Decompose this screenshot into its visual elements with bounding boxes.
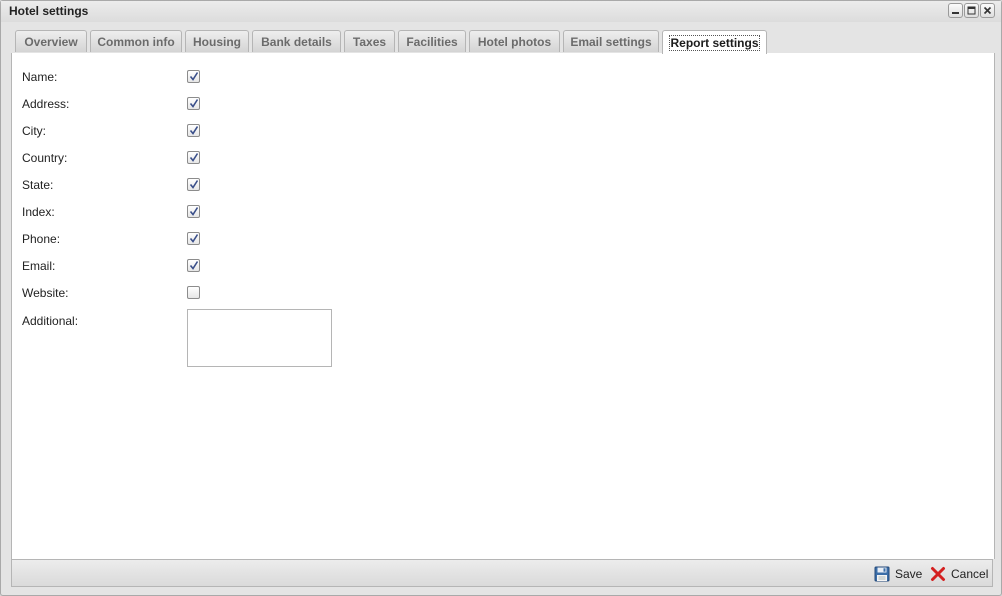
save-label: Save [895, 567, 923, 581]
tab-label: Report settings [669, 34, 760, 51]
tab-taxes[interactable]: Taxes [344, 30, 395, 52]
tab-label: Common info [97, 34, 175, 49]
red-x-icon [931, 567, 945, 581]
minimize-icon[interactable] [948, 3, 963, 18]
field-label: Address: [22, 97, 70, 111]
checkmark-icon [189, 207, 199, 216]
checkmark-icon [189, 153, 199, 162]
tab-label: Hotel photos [477, 34, 552, 49]
field-label: Name: [22, 70, 58, 84]
tab-common-info[interactable]: Common info [90, 30, 182, 52]
field-label: Index: [22, 205, 55, 219]
state-checkbox[interactable] [187, 178, 200, 191]
tab-label: Email settings [570, 34, 652, 49]
report-settings-panel: Name: Address: City: Country: State: Ind… [11, 53, 995, 559]
window-footer: Save Cancel [11, 559, 993, 587]
hotel-settings-window: Hotel settings Overview Common info Hous… [0, 0, 1002, 596]
window-titlebar[interactable]: Hotel settings [1, 1, 1001, 22]
tab-facilities[interactable]: Facilities [398, 30, 466, 52]
index-checkbox[interactable] [187, 205, 200, 218]
tab-email-settings[interactable]: Email settings [563, 30, 659, 52]
checkmark-icon [189, 234, 199, 243]
tab-bar: Overview Common info Housing Bank detail… [11, 29, 992, 54]
window-tools [948, 3, 995, 18]
checkmark-icon [189, 99, 199, 108]
window-title: Hotel settings [9, 4, 89, 18]
field-label: Country: [22, 151, 68, 165]
field-label: State: [22, 178, 54, 192]
additional-textarea[interactable] [187, 309, 332, 367]
tab-report-settings[interactable]: Report settings [662, 30, 767, 54]
field-label: Email: [22, 259, 56, 273]
city-checkbox[interactable] [187, 124, 200, 137]
floppy-disk-icon [874, 566, 890, 582]
tab-label: Bank details [261, 34, 332, 49]
address-checkbox[interactable] [187, 97, 200, 110]
website-checkbox[interactable] [187, 286, 200, 299]
tab-housing[interactable]: Housing [185, 30, 249, 52]
tab-hotel-photos[interactable]: Hotel photos [469, 30, 560, 52]
field-label: City: [22, 124, 46, 138]
close-icon[interactable] [980, 3, 995, 18]
tab-bank-details[interactable]: Bank details [252, 30, 341, 52]
checkmark-icon [189, 126, 199, 135]
cancel-label: Cancel [951, 567, 989, 581]
country-checkbox[interactable] [187, 151, 200, 164]
field-label: Additional: [22, 314, 79, 328]
name-checkbox[interactable] [187, 70, 200, 83]
save-button[interactable]: Save [874, 565, 922, 583]
email-checkbox[interactable] [187, 259, 200, 272]
cancel-button[interactable]: Cancel [930, 565, 988, 583]
tab-label: Taxes [352, 34, 387, 49]
checkmark-icon [189, 180, 199, 189]
checkmark-icon [189, 72, 199, 81]
tab-label: Housing [193, 34, 241, 49]
checkmark-icon [189, 261, 199, 270]
field-label: Website: [22, 286, 69, 300]
tab-label: Overview [24, 34, 78, 49]
tab-label: Facilities [406, 34, 458, 49]
field-label: Phone: [22, 232, 61, 246]
tab-overview[interactable]: Overview [15, 30, 87, 52]
phone-checkbox[interactable] [187, 232, 200, 245]
maximize-icon[interactable] [964, 3, 979, 18]
